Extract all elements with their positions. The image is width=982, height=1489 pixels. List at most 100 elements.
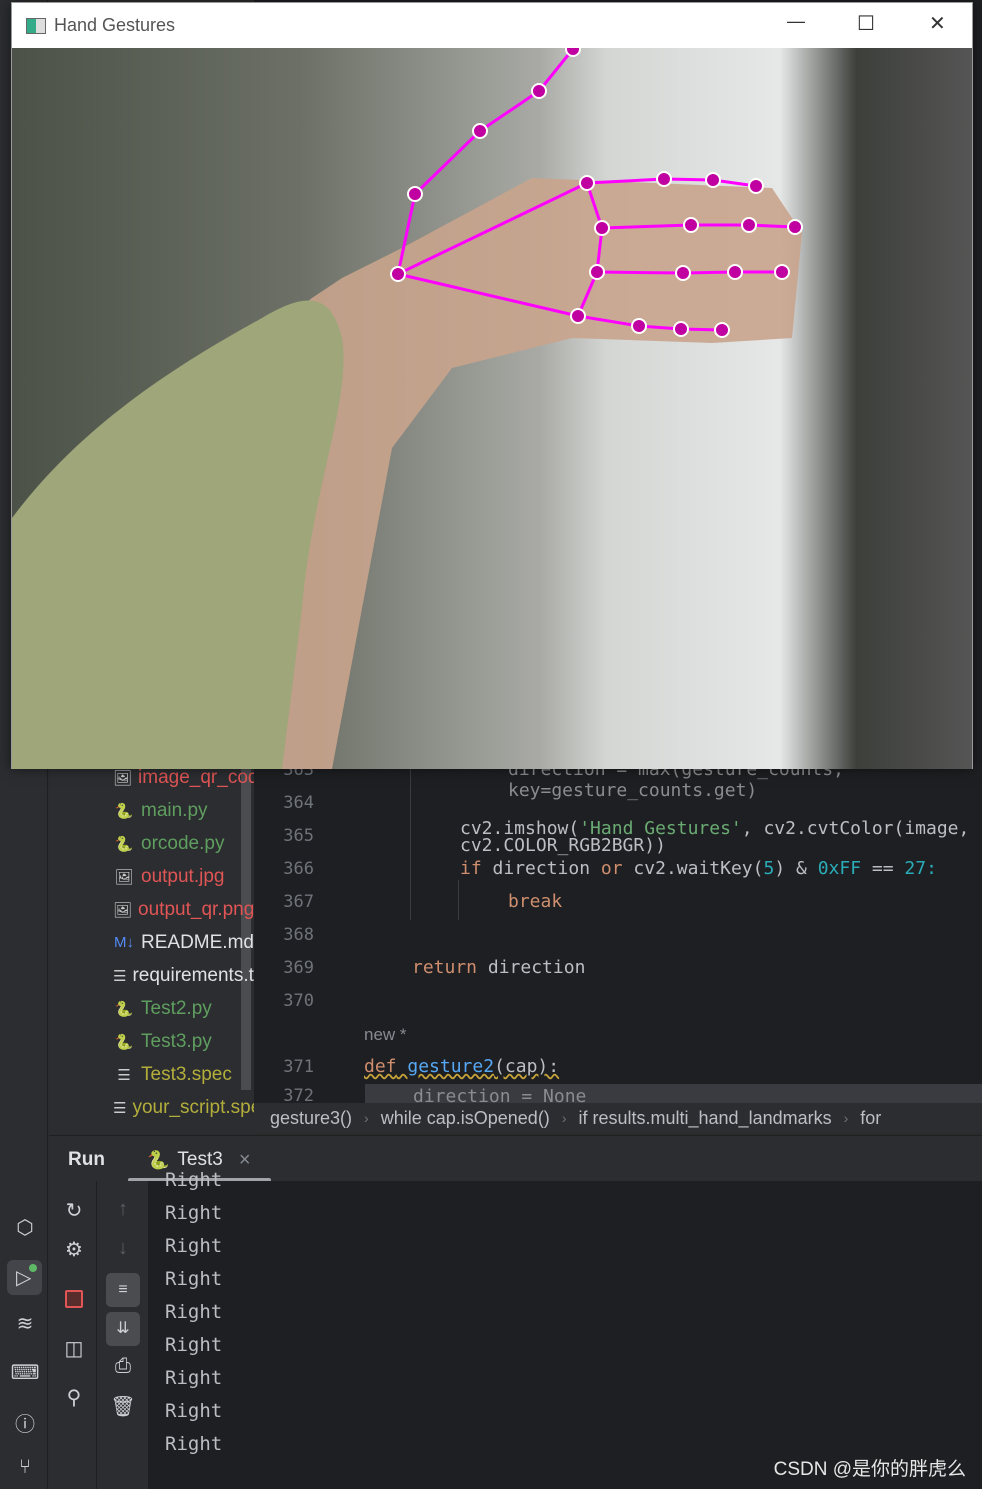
landmark-point <box>570 308 586 324</box>
python-icon: 🐍 <box>114 802 134 820</box>
landmark-point <box>589 264 605 280</box>
rerun-icon[interactable]: ↻ <box>59 1198 89 1223</box>
python-icon: 🐍 <box>114 835 134 853</box>
project-file[interactable]: ☰ Test3.spec <box>113 1058 254 1091</box>
app-icon <box>26 17 46 34</box>
line-number: 366 <box>283 859 314 879</box>
file-name: Test3.spec <box>141 1063 232 1085</box>
breadcrumb-item[interactable]: while cap.isOpened() <box>381 1108 550 1129</box>
python-icon: 🐍 <box>147 1149 170 1170</box>
file-name: main.py <box>141 799 208 821</box>
run-title: Run <box>68 1149 105 1170</box>
landmark-point <box>531 83 547 99</box>
markdown-icon: M↓ <box>114 934 134 951</box>
landmark-connection <box>537 48 575 92</box>
line-number: 369 <box>283 958 314 978</box>
landmark-point <box>741 217 757 233</box>
landmark-connection <box>413 129 482 196</box>
breadcrumb-item[interactable]: for <box>860 1108 881 1129</box>
git-icon[interactable]: ⑂ <box>10 1456 40 1479</box>
text-file-icon: ☰ <box>113 967 127 985</box>
stop-icon[interactable] <box>65 1290 83 1308</box>
scroll-to-end-icon[interactable]: ⇊ <box>106 1312 140 1346</box>
print-icon[interactable]: ⎙ <box>108 1355 138 1378</box>
project-file[interactable]: 🐍 Test3.py <box>113 1025 254 1058</box>
file-name: Test3.py <box>141 1030 212 1052</box>
landmark-connection <box>586 177 665 185</box>
image-icon: 🖼 <box>113 769 133 787</box>
code-line-372: direction = None <box>413 1086 587 1103</box>
settings-icon[interactable]: ⚙ <box>59 1237 89 1262</box>
text-file-icon: ☰ <box>113 1099 127 1117</box>
console-line: Right <box>165 1268 223 1290</box>
console-line: Right <box>165 1433 223 1455</box>
close-button[interactable]: ✕ <box>929 11 946 36</box>
run-toolbar <box>49 1181 97 1489</box>
code-line-367: break <box>508 891 563 912</box>
console-line: Right <box>165 1334 223 1356</box>
landmark-point <box>631 318 647 334</box>
console-line: Right <box>165 1400 223 1422</box>
chevron-right-icon: › <box>561 1110 567 1126</box>
breadcrumb-item[interactable]: if results.multi_hand_landmarks <box>578 1108 831 1129</box>
landmark-point <box>714 322 730 338</box>
breadcrumb-item[interactable]: gesture3() <box>270 1108 352 1129</box>
run-tool-button[interactable]: ▷ <box>7 1260 42 1295</box>
landmark-point <box>673 321 689 337</box>
project-file[interactable]: ☰ your_script.spec <box>113 1091 254 1124</box>
camera-feed <box>12 48 972 769</box>
arrow-down-icon[interactable]: ↓ <box>108 1237 138 1260</box>
project-file[interactable]: 🖼 output.jpg <box>113 860 254 893</box>
file-name: README.md <box>141 931 254 953</box>
indent-guide <box>410 760 411 920</box>
window-title: Hand Gestures <box>54 15 176 35</box>
file-name: image_qr_code <box>138 766 254 788</box>
soft-wrap-icon[interactable]: ≡ <box>106 1273 140 1307</box>
file-name: Test2.py <box>141 997 212 1019</box>
code-line-366: if direction or cv2.waitKey(5) & 0xFF ==… <box>460 858 937 879</box>
line-number: 368 <box>283 925 314 945</box>
code-line-371: def gesture2(cap): <box>364 1056 560 1077</box>
title-bar[interactable]: Hand Gestures — ☐ ✕ <box>12 3 972 48</box>
console-output[interactable] <box>148 1181 982 1489</box>
minimize-button[interactable]: — <box>787 11 805 32</box>
console-line: Right <box>165 1301 223 1323</box>
project-file[interactable]: 🐍 Test2.py <box>113 992 254 1025</box>
landmark-connection <box>479 89 540 133</box>
project-file[interactable]: 🖼 output_qr.png <box>113 893 254 926</box>
chevron-right-icon: › <box>843 1110 849 1126</box>
landmark-point <box>656 171 672 187</box>
inlay-hint: new * <box>364 1025 407 1044</box>
landmark-point <box>407 186 423 202</box>
project-file[interactable]: ☰ requirements.txt <box>113 959 254 992</box>
chevron-right-icon: › <box>364 1110 369 1126</box>
file-name: output.jpg <box>141 865 225 887</box>
python-icon: 🐍 <box>114 1033 134 1051</box>
arrow-up-icon[interactable]: ↑ <box>108 1198 138 1221</box>
image-icon: 🖼 <box>113 901 133 919</box>
hand-gestures-window: Hand Gestures — ☐ ✕ <box>11 2 973 769</box>
project-file[interactable]: 🐍 main.py <box>113 794 254 827</box>
terminal-icon[interactable]: ⌨ <box>10 1360 40 1385</box>
problems-icon[interactable]: ⓘ <box>10 1408 40 1437</box>
landmark-point <box>787 219 803 235</box>
landmark-point <box>774 264 790 280</box>
line-number: 364 <box>283 793 314 813</box>
close-icon[interactable]: × <box>239 1149 251 1172</box>
landmark-connection <box>596 270 684 275</box>
console-line: Right <box>165 1235 223 1257</box>
pin-icon[interactable]: ⚲ <box>59 1385 89 1410</box>
trash-icon[interactable]: 🗑 <box>108 1394 138 1419</box>
project-file[interactable]: 🐍 orcode.py <box>113 827 254 860</box>
line-number: 367 <box>283 892 314 912</box>
services-icon[interactable]: ⬡ <box>10 1215 40 1240</box>
running-indicator <box>29 1264 37 1272</box>
landmark-point <box>472 123 488 139</box>
landmark-point <box>705 172 721 188</box>
layers-icon[interactable]: ≋ <box>10 1311 40 1336</box>
maximize-button[interactable]: ☐ <box>857 11 875 36</box>
landmark-point <box>675 265 691 281</box>
file-name: requirements.txt <box>132 964 254 986</box>
project-file[interactable]: M↓ README.md <box>113 926 254 959</box>
layout-icon[interactable]: ◫ <box>59 1336 89 1361</box>
